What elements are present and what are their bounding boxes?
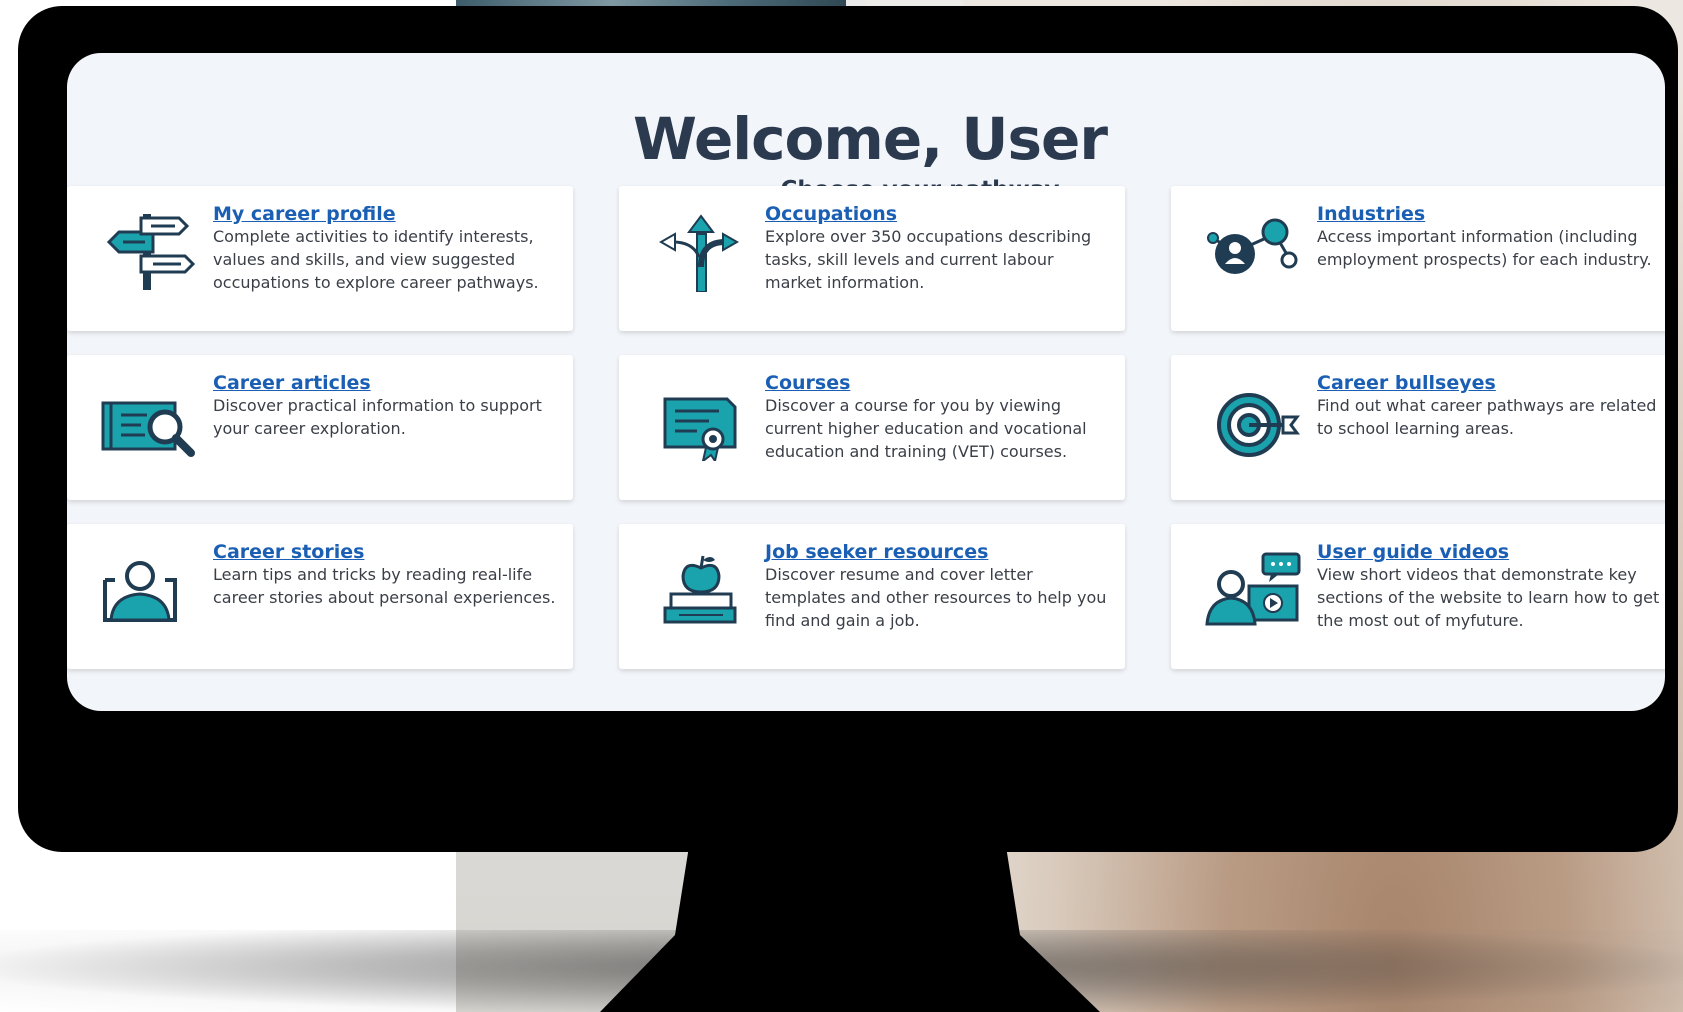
apple-books-icon bbox=[663, 555, 737, 624]
video-guide-icon bbox=[1205, 552, 1301, 626]
card-title-link[interactable]: Career stories bbox=[213, 540, 563, 564]
card-description: Discover practical information to suppor… bbox=[213, 396, 542, 438]
card-industries[interactable]: Industries Access important information … bbox=[1171, 186, 1665, 331]
bullseye-icon bbox=[1217, 393, 1300, 457]
branching-arrows-icon bbox=[658, 214, 740, 292]
card-occupations[interactable]: Occupations Explore over 350 occupations… bbox=[619, 186, 1125, 331]
person-frame-icon bbox=[103, 561, 177, 622]
card-description: Discover a course for you by viewing cur… bbox=[765, 396, 1087, 461]
card-description: Complete activities to identify interest… bbox=[213, 227, 539, 292]
network-person-icon bbox=[1207, 218, 1298, 274]
card-description: View short videos that demonstrate key s… bbox=[1317, 565, 1660, 630]
page-title: Welcome, User bbox=[633, 105, 1108, 173]
newspaper-magnifier-icon bbox=[101, 401, 195, 457]
card-description: Learn tips and tricks by reading real-li… bbox=[213, 565, 556, 607]
card-title-link[interactable]: Courses bbox=[765, 371, 1115, 395]
card-description: Discover resume and cover letter templat… bbox=[765, 565, 1107, 630]
card-career-bullseyes[interactable]: Career bullseyes Find out what career pa… bbox=[1171, 355, 1665, 500]
screen: Welcome, User Choose your pathway My car… bbox=[67, 53, 1665, 711]
card-description: Find out what career pathways are relate… bbox=[1317, 396, 1657, 438]
card-title-link[interactable]: Career articles bbox=[213, 371, 563, 395]
card-title-link[interactable]: Career bullseyes bbox=[1317, 371, 1665, 395]
card-career-stories[interactable]: Career stories Learn tips and tricks by … bbox=[67, 524, 573, 669]
card-courses[interactable]: Courses Discover a course for you by vie… bbox=[619, 355, 1125, 500]
signpost-icon bbox=[106, 214, 196, 290]
card-description: Access important information (including … bbox=[1317, 227, 1652, 269]
card-title-link[interactable]: Occupations bbox=[765, 202, 1115, 226]
card-description: Explore over 350 occupations describing … bbox=[765, 227, 1092, 292]
card-title-link[interactable]: Industries bbox=[1317, 202, 1665, 226]
card-job-seeker-resources[interactable]: Job seeker resources Discover resume and… bbox=[619, 524, 1125, 669]
card-title-link[interactable]: My career profile bbox=[213, 202, 563, 226]
card-title-link[interactable]: User guide videos bbox=[1317, 540, 1665, 564]
monitor-bezel: Welcome, User Choose your pathway My car… bbox=[18, 6, 1678, 852]
card-user-guide-videos[interactable]: User guide videos View short videos that… bbox=[1171, 524, 1665, 669]
card-career-articles[interactable]: Career articles Discover practical infor… bbox=[67, 355, 573, 500]
card-title-link[interactable]: Job seeker resources bbox=[765, 540, 1115, 564]
card-my-career-profile[interactable]: My career profile Complete activities to… bbox=[67, 186, 573, 331]
certificate-icon bbox=[663, 397, 737, 461]
